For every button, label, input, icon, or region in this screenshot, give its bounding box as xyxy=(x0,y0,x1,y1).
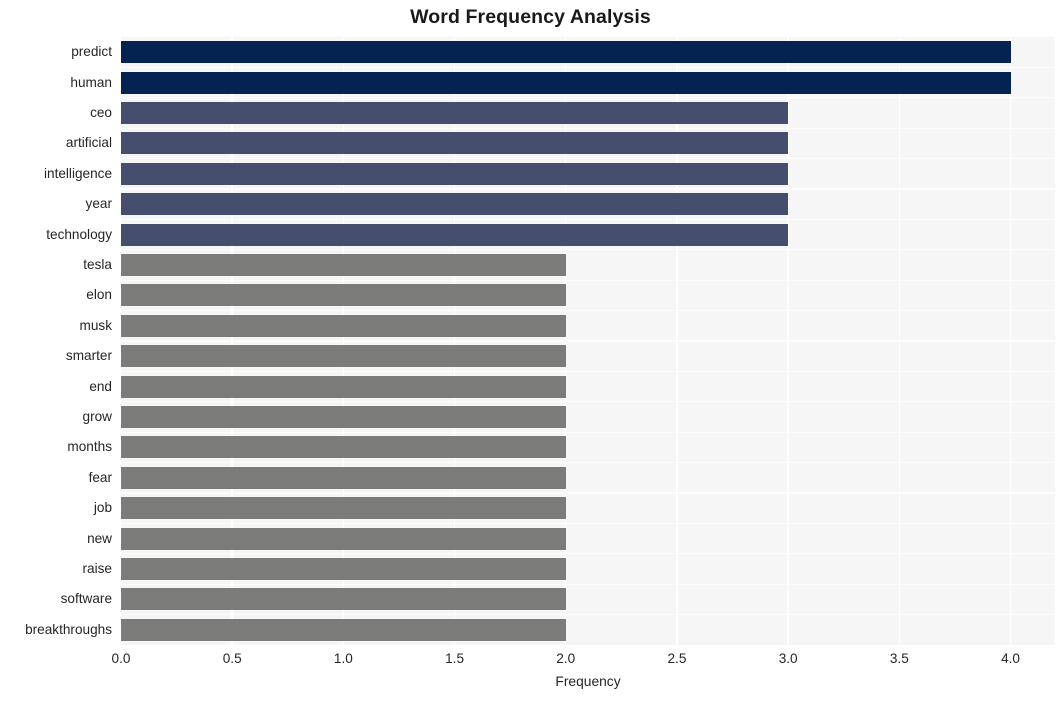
x-tick-label: 3.5 xyxy=(889,651,909,666)
y-tick-label: human xyxy=(70,74,112,90)
chart-title: Word Frequency Analysis xyxy=(410,6,651,28)
y-tick-label: ceo xyxy=(90,105,112,120)
y-tick-label: tesla xyxy=(83,257,112,272)
y-tick-label: musk xyxy=(79,317,112,333)
bar[interactable] xyxy=(121,375,566,398)
y-tick-label: elon xyxy=(86,287,112,303)
gridline-horizontal xyxy=(121,401,1055,403)
x-tick-label: 2.0 xyxy=(556,651,576,666)
gridline-horizontal xyxy=(121,66,1055,68)
y-tick-label: predict xyxy=(71,44,112,60)
y-tick-label: software xyxy=(60,591,112,607)
gridline-horizontal xyxy=(121,97,1055,99)
y-tick-label: fear xyxy=(88,469,112,485)
bar[interactable] xyxy=(121,193,789,216)
gridline-horizontal xyxy=(121,310,1055,312)
bar[interactable] xyxy=(121,314,566,337)
gridline-horizontal xyxy=(121,431,1055,433)
bar[interactable] xyxy=(121,345,566,368)
x-tick-label: 2.5 xyxy=(667,651,687,666)
plot-area xyxy=(121,37,1055,645)
bar[interactable] xyxy=(121,223,789,246)
bar[interactable] xyxy=(121,527,566,550)
gridline-horizontal xyxy=(121,158,1055,160)
gridline-horizontal xyxy=(121,553,1055,555)
x-tick-label: 1.5 xyxy=(445,651,465,666)
y-tick-label: end xyxy=(89,378,112,394)
bar[interactable] xyxy=(121,466,566,489)
y-tick-label: intelligence xyxy=(43,165,112,181)
x-tick-label: 0.0 xyxy=(111,651,131,666)
bar[interactable] xyxy=(121,436,566,459)
gridline-horizontal xyxy=(121,127,1055,129)
gridline-horizontal xyxy=(121,462,1055,464)
bar[interactable] xyxy=(121,162,789,185)
y-tick-label: technology xyxy=(46,226,112,242)
x-tick-label: 4.0 xyxy=(1001,651,1020,666)
x-axis-title: Frequency xyxy=(555,674,621,689)
bar[interactable] xyxy=(121,406,566,428)
y-tick-label: year xyxy=(85,196,112,212)
bar[interactable] xyxy=(121,71,1011,94)
gridline-horizontal xyxy=(121,218,1055,220)
y-tick-label: artificial xyxy=(65,135,112,151)
bar[interactable] xyxy=(121,618,566,641)
x-tick-label: 0.5 xyxy=(222,651,242,666)
gridline-horizontal xyxy=(121,614,1055,616)
gridline-horizontal xyxy=(121,522,1055,524)
gridline-horizontal xyxy=(121,583,1055,585)
gridline-horizontal xyxy=(121,279,1055,281)
y-tick-label: months xyxy=(67,439,112,455)
y-tick-label: smarter xyxy=(65,348,112,364)
bar[interactable] xyxy=(121,132,789,155)
bar[interactable] xyxy=(121,102,789,124)
y-tick-label: breakthroughs xyxy=(25,621,112,637)
bar[interactable] xyxy=(121,558,566,580)
chart-figure: Word Frequency Analysis predict human ceo a… xyxy=(0,0,1061,701)
y-tick-label: raise xyxy=(82,561,112,576)
gridline-horizontal xyxy=(121,370,1055,372)
gridline-horizontal xyxy=(121,340,1055,342)
x-tick-label: 1.0 xyxy=(333,651,353,666)
bar[interactable] xyxy=(121,497,566,520)
x-tick-label: 3.0 xyxy=(778,651,798,666)
bar[interactable] xyxy=(121,284,566,307)
gridline-horizontal xyxy=(121,249,1055,251)
y-tick-label: job xyxy=(93,500,112,516)
gridline-horizontal xyxy=(121,492,1055,494)
y-tick-label: new xyxy=(87,530,112,546)
gridline-horizontal xyxy=(121,188,1055,190)
bar[interactable] xyxy=(121,588,566,611)
y-tick-label: grow xyxy=(82,409,112,424)
bar[interactable] xyxy=(121,41,1011,64)
bar[interactable] xyxy=(121,254,566,276)
